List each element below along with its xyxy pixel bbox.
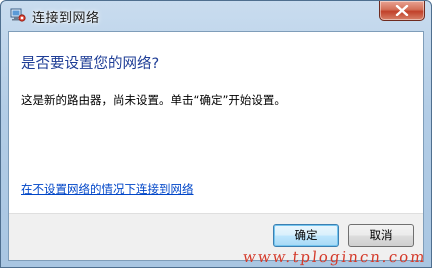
watermark: www.tplogincn.com — [242, 248, 428, 266]
dialog-message: 这是新的路由器，尚未设置。单击“确定”开始设置。 — [21, 93, 286, 107]
dialog-window: 连接到网络 是否要设置您的网络? 这是新的路由器，尚未设置。单击“确定”开始设置… — [0, 0, 432, 268]
window-title: 连接到网络 — [32, 11, 100, 26]
title-bar[interactable]: 连接到网络 — [1, 1, 431, 31]
close-icon — [395, 5, 409, 16]
cancel-button[interactable]: 取消 — [348, 224, 414, 247]
dialog-content: 是否要设置您的网络? 这是新的路由器，尚未设置。单击“确定”开始设置。 在不设置… — [8, 31, 424, 261]
network-icon — [10, 7, 26, 23]
dialog-heading: 是否要设置您的网络? — [21, 56, 160, 72]
ok-button[interactable]: 确定 — [273, 224, 339, 247]
close-button[interactable] — [379, 1, 425, 21]
skip-setup-link[interactable]: 在不设置网络的情况下连接到网络 — [21, 181, 194, 197]
